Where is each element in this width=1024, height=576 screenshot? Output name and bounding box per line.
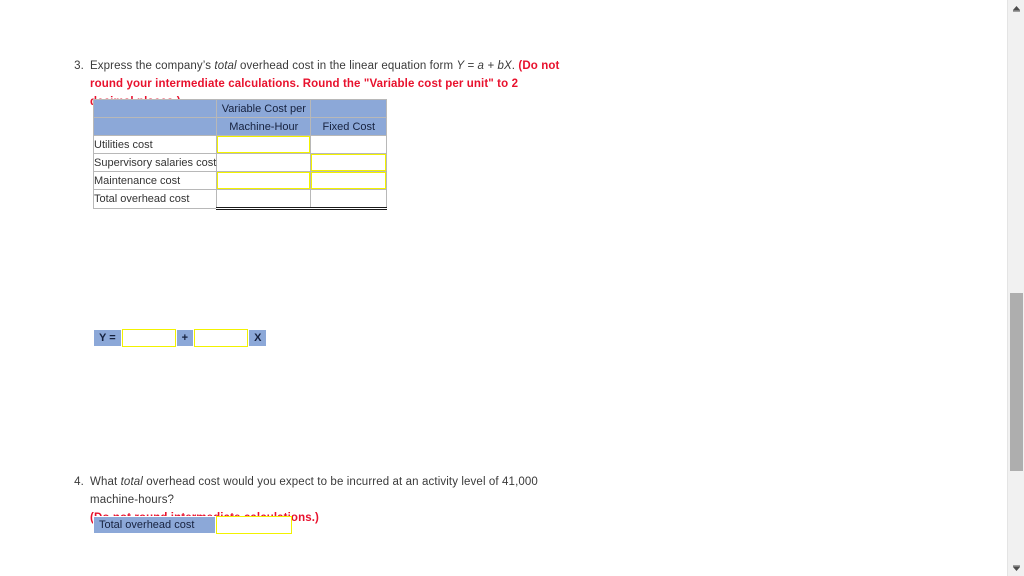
cost-table-head: Variable Cost per Machine-Hour Fixed Cos… [92, 99, 388, 136]
table-row-total: Total overhead cost [92, 189, 388, 210]
answer-label-total-overhead-cost: Total overhead cost [93, 516, 216, 534]
scrollbar-track-below-thumb[interactable] [1008, 471, 1024, 559]
question-3-text-part1: Express the company’s [90, 60, 215, 72]
overhead-cost-table: Variable Cost per Machine-Hour Fixed Cos… [92, 99, 388, 210]
vertical-scrollbar[interactable] [1007, 0, 1024, 576]
table-row: Supervisory salaries cost [92, 153, 388, 172]
cell-maintenance-fixed [310, 171, 388, 190]
header-blank-corner [92, 99, 218, 118]
cost-table-body: Utilities cost Supervisory salaries cost… [92, 135, 388, 210]
table-row: Utilities cost [92, 135, 388, 154]
cell-maintenance-variable [216, 171, 312, 190]
question-4-text-part1: What [90, 476, 121, 488]
input-supervisory-fixed-cost[interactable] [311, 154, 387, 171]
total-overhead-cost-answer-row: Total overhead cost [93, 516, 292, 534]
cell-supervisory-variable [216, 153, 312, 172]
question-4-italic-total: total [120, 476, 143, 488]
cell-utilities-variable [216, 135, 312, 154]
header-blank-corner-2 [92, 117, 218, 136]
equation-plus-label: + [175, 329, 195, 347]
row-label-maintenance-cost: Maintenance cost [92, 171, 218, 190]
input-total-overhead-cost[interactable] [216, 516, 292, 534]
cell-supervisory-fixed [310, 153, 388, 172]
header-machine-hour: Machine-Hour [216, 117, 312, 136]
row-label-utilities-cost: Utilities cost [92, 135, 218, 154]
question-4-number: 4. [74, 476, 84, 488]
cell-total-variable [216, 189, 312, 210]
cell-utilities-fixed [310, 135, 388, 154]
question-3-number: 3. [74, 60, 84, 72]
equation-y-label: Y = [93, 329, 122, 347]
question-3-formula: Y = a + bX [456, 60, 512, 72]
row-label-total-overhead-cost: Total overhead cost [92, 189, 218, 209]
header-fixed-cost-blank [310, 99, 388, 118]
document-canvas: 3. Express the company’s total overhead … [0, 0, 1007, 576]
header-fixed-cost: Fixed Cost [310, 117, 388, 136]
question-3-text-part2: overhead cost in the linear equation for… [236, 60, 457, 72]
input-equation-intercept[interactable] [121, 329, 176, 347]
scrollbar-thumb[interactable] [1010, 293, 1023, 471]
scroll-up-arrow-icon[interactable] [1008, 0, 1024, 17]
header-variable-cost-top: Variable Cost per [216, 99, 312, 118]
cost-table-header-row-2: Machine-Hour Fixed Cost [92, 117, 388, 136]
linear-equation-answer-row: Y = + X [93, 329, 268, 347]
input-utilities-variable-cost[interactable] [217, 136, 311, 153]
input-maintenance-fixed-cost[interactable] [311, 172, 387, 189]
table-row: Maintenance cost [92, 171, 388, 190]
input-equation-slope[interactable] [194, 329, 249, 347]
scroll-down-arrow-icon[interactable] [1008, 559, 1024, 576]
scrollbar-track-above-thumb[interactable] [1008, 17, 1024, 293]
input-maintenance-variable-cost[interactable] [217, 172, 311, 189]
question-4-text-part2: overhead cost would you expect to be inc… [90, 476, 538, 506]
cost-table-header-row-1: Variable Cost per [92, 99, 388, 118]
equation-x-label: X [248, 329, 268, 347]
row-label-supervisory-salaries-cost: Supervisory salaries cost [92, 153, 218, 172]
question-3-italic-total: total [214, 60, 237, 72]
cell-total-fixed [310, 189, 388, 210]
